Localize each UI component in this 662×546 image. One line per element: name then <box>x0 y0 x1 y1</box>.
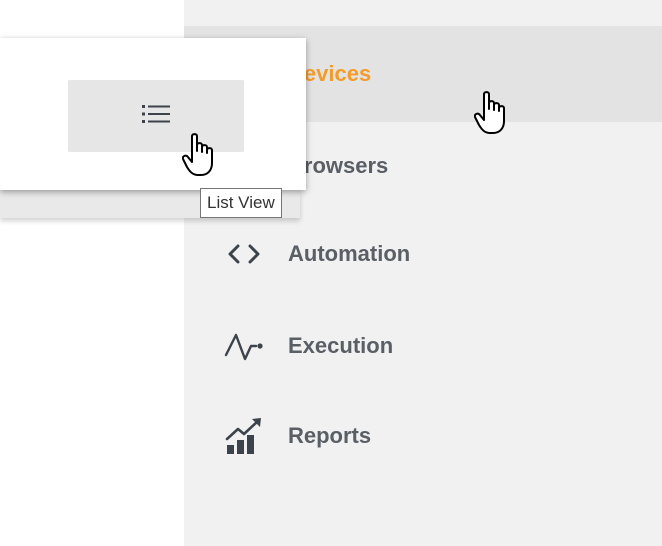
sidebar-item-reports[interactable]: Reports <box>184 404 662 468</box>
list-icon <box>142 104 170 129</box>
list-view-tooltip: List View <box>200 188 282 218</box>
sidebar-item-label: Reports <box>288 423 372 448</box>
sidebar-item-automation[interactable]: Automation <box>184 222 662 286</box>
sidebar-item-execution[interactable]: Execution <box>184 314 662 378</box>
chart-growth-icon <box>224 416 264 456</box>
sidebar-item-label: Execution <box>288 333 394 358</box>
code-brackets-icon <box>224 234 264 274</box>
sidebar-item-label: Automation <box>288 241 411 266</box>
view-toolbar-panel <box>0 38 306 190</box>
pulse-icon <box>224 326 264 366</box>
app-stage: Devices Browsers Automation Execution Re… <box>0 0 662 546</box>
list-view-button[interactable] <box>68 80 244 152</box>
